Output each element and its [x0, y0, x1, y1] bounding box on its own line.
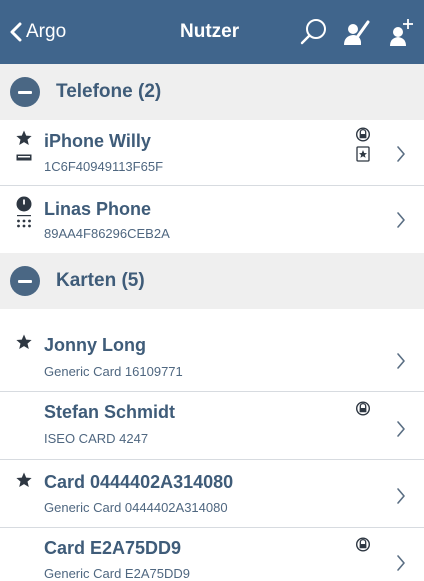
page-title: Nutzer: [180, 21, 240, 42]
search-icon: [300, 19, 326, 45]
chevron-right-icon: [397, 421, 405, 437]
edit-user-icon: [344, 20, 370, 45]
lock-icon: [356, 127, 370, 142]
row-title: Stefan Schmidt: [44, 402, 176, 422]
star-icon: [16, 130, 32, 145]
row-subtitle: ISEO CARD 4247: [44, 431, 149, 446]
row-subtitle: 1C6F40949113F65F: [44, 159, 164, 174]
clock-icon: [16, 196, 32, 212]
keypad-icon: [17, 215, 31, 228]
chevron-right-icon: [397, 212, 405, 228]
row-title: Linas Phone: [44, 199, 152, 219]
lock-icon: [356, 401, 370, 416]
section-title: Telefone (2): [56, 81, 162, 102]
collapse-icon[interactable]: [10, 77, 40, 107]
row-title: iPhone Willy: [44, 131, 151, 151]
row-title: Card E2A75DD9: [44, 538, 182, 558]
navigation-bar: Argo Nutzer: [0, 0, 424, 64]
chevron-right-icon: [397, 146, 405, 162]
row-title: Jonny Long: [44, 335, 146, 355]
chevron-left-icon: [10, 22, 22, 42]
add-user-icon: [390, 19, 413, 46]
row-title: Card 0444402A314080: [44, 472, 234, 492]
lock-icon: [356, 537, 370, 552]
back-button[interactable]: Argo: [10, 18, 66, 46]
section-header-karten[interactable]: Karten (5): [0, 253, 424, 309]
back-label: Argo: [26, 21, 67, 42]
search-button[interactable]: [296, 14, 332, 50]
list-item-jonny-long[interactable]: Jonny Long Generic Card 16109771: [0, 322, 424, 392]
chevron-right-icon: [397, 555, 405, 571]
list-item-card-0444402a314080[interactable]: Card 0444402A314080 Generic Card 0444402…: [0, 460, 424, 528]
row-subtitle: Generic Card E2A75DD9: [44, 566, 190, 581]
row-subtitle: 89AA4F86296CEB2A: [44, 226, 170, 241]
collapse-icon[interactable]: [10, 266, 40, 296]
list-item-card-e2a75dd9[interactable]: Card E2A75DD9 Generic Card E2A75DD9: [0, 528, 424, 581]
row-subtitle: Generic Card 0444402A314080: [44, 500, 228, 515]
edit-user-button[interactable]: [338, 14, 374, 50]
star-icon: [16, 334, 32, 349]
chevron-right-icon: [397, 488, 405, 504]
section-title: Karten (5): [56, 270, 145, 291]
phone-badge-icon: [16, 154, 32, 161]
section-header-telefone[interactable]: Telefone (2): [0, 64, 424, 120]
star-icon: [16, 472, 32, 487]
chevron-right-icon: [397, 353, 405, 369]
list-item-stefan-schmidt[interactable]: Stefan Schmidt ISEO CARD 4247: [0, 392, 424, 460]
list-item-linas-phone[interactable]: Linas Phone 89AA4F86296CEB2A: [0, 186, 424, 253]
add-user-button[interactable]: [382, 14, 418, 50]
list-item-iphone-willy[interactable]: iPhone Willy 1C6F40949113F65F: [0, 120, 424, 186]
card-badge-icon: [356, 146, 370, 162]
row-subtitle: Generic Card 16109771: [44, 364, 183, 379]
